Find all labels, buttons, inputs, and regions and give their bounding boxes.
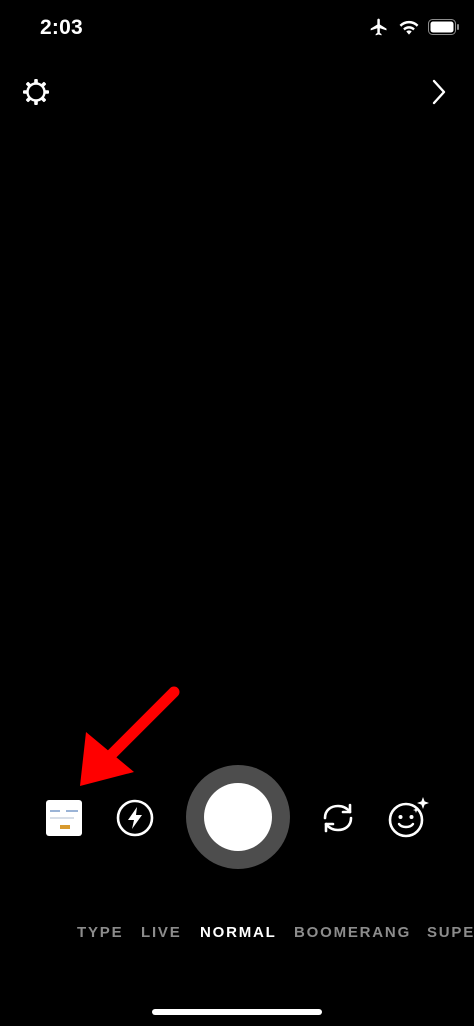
mode-normal[interactable]: NORMAL [200, 924, 277, 941]
settings-button[interactable] [18, 74, 54, 110]
mode-live[interactable]: LIVE [141, 924, 182, 941]
status-icons [368, 17, 460, 37]
camera-top-bar [0, 70, 474, 114]
gear-icon [23, 79, 49, 105]
flip-camera-icon [323, 803, 353, 833]
face-filter-icon [388, 797, 429, 838]
gallery-thumbnail-button[interactable] [46, 800, 82, 836]
chevron-right-icon [432, 79, 446, 105]
shutter-button[interactable] [186, 765, 290, 869]
mode-type[interactable]: TYPE [77, 924, 123, 941]
flash-icon [116, 799, 154, 837]
airplane-icon [370, 18, 387, 36]
wifi-icon [399, 20, 419, 35]
flash-button[interactable] [115, 798, 155, 838]
camera-viewfinder[interactable] [0, 120, 474, 760]
status-bar: 2:03 [0, 0, 474, 58]
status-time: 2:03 [40, 16, 83, 39]
next-button[interactable] [424, 74, 454, 110]
camera-mode-selector: TYPE LIVE NORMAL BOOMERANG SUPE [0, 924, 474, 948]
flip-camera-button[interactable] [317, 798, 359, 838]
home-indicator[interactable] [152, 1009, 322, 1015]
mode-superzoom[interactable]: SUPE [427, 924, 474, 941]
capture-controls [0, 765, 474, 871]
battery-icon [428, 19, 459, 35]
face-filter-button[interactable] [386, 795, 432, 841]
mode-boomerang[interactable]: BOOMERANG [294, 924, 411, 941]
shutter-inner [204, 783, 272, 851]
